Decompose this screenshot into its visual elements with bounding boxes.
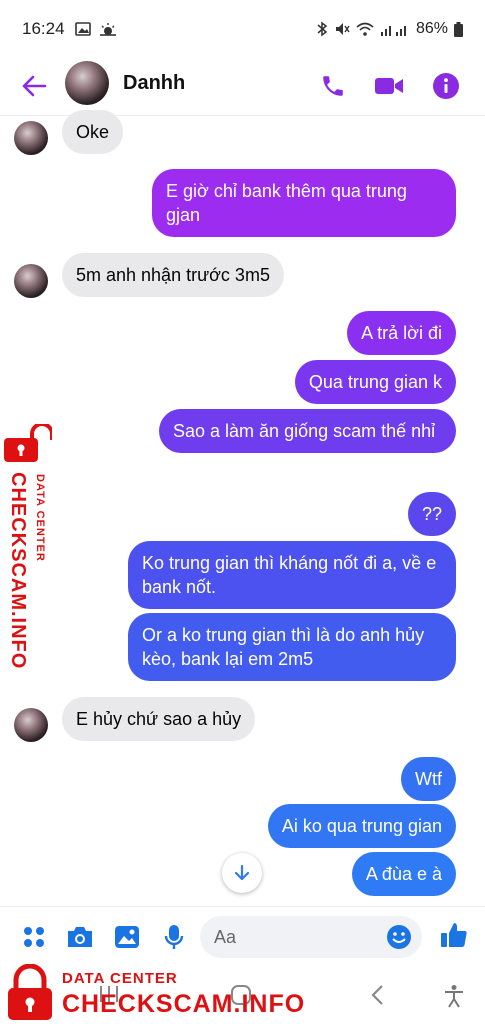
- sender-avatar: [14, 708, 48, 742]
- watermark-site: CHECKSCAM.INFO: [62, 990, 306, 1018]
- sender-avatar: [14, 264, 48, 298]
- message-outgoing[interactable]: A trả lời đi: [347, 311, 456, 355]
- message-outgoing[interactable]: ??: [407, 492, 456, 536]
- message-outgoing[interactable]: Ai ko qua trung gian: [267, 804, 456, 848]
- watermark-bottom: DATA CENTER CHECKSCAM.INFO: [4, 964, 304, 1024]
- info-icon: [433, 73, 459, 99]
- status-time: 16:24: [22, 19, 65, 38]
- message-outgoing[interactable]: Or a ko trung gian thì là do anh hủy kèo…: [128, 613, 456, 681]
- emoji-icon[interactable]: [386, 924, 412, 950]
- message-incoming[interactable]: E hủy chứ sao a hủy: [62, 697, 256, 741]
- video-camera-icon: [375, 78, 403, 94]
- gallery-icon: [115, 926, 139, 948]
- watermark-site: CHECKSCAM.INFO: [7, 472, 29, 670]
- lock-icon: [4, 424, 52, 462]
- message-outgoing[interactable]: Ko trung gian thì kháng nốt đi a, về e b…: [128, 541, 456, 609]
- contact-name[interactable]: Danhh: [123, 72, 185, 95]
- back-button[interactable]: [18, 70, 50, 102]
- signal-icon: [380, 26, 406, 36]
- watermark-data-center: DATA CENTER: [62, 970, 178, 987]
- video-call-button[interactable]: [372, 69, 406, 103]
- battery-percent: 86%: [415, 20, 448, 37]
- wifi-icon: [356, 22, 374, 36]
- apps-button[interactable]: [20, 923, 48, 951]
- message-outgoing[interactable]: Wtf: [401, 757, 456, 801]
- camera-button[interactable]: [66, 923, 94, 951]
- scroll-to-bottom-button[interactable]: [222, 853, 262, 893]
- image-icon: [74, 22, 91, 36]
- message-composer: Aa: [0, 906, 485, 966]
- back-arrow-icon: [22, 75, 47, 97]
- accessibility-icon[interactable]: [443, 984, 465, 1008]
- watermark-side: DATA CENTER CHECKSCAM.INFO: [2, 424, 54, 669]
- gallery-button[interactable]: [113, 923, 141, 951]
- lock-icon: [8, 964, 52, 1020]
- back-icon[interactable]: [370, 984, 386, 1006]
- like-icon: [441, 923, 467, 947]
- battery-icon: [454, 21, 463, 37]
- weather-icon: [99, 23, 116, 36]
- camera-icon: [68, 927, 92, 947]
- status-bar: 16:24 86%: [0, 0, 485, 58]
- message-input[interactable]: Aa: [200, 916, 422, 958]
- info-button[interactable]: [429, 69, 463, 103]
- watermark-data-center: DATA CENTER: [34, 474, 46, 562]
- contact-avatar[interactable]: [65, 61, 109, 105]
- message-outgoing[interactable]: E giờ chỉ bank thêm qua trung gjan: [152, 169, 456, 237]
- apps-grid-icon: [24, 927, 44, 947]
- message-outgoing[interactable]: A đùa e à: [351, 852, 456, 896]
- mute-icon: [335, 23, 350, 35]
- conversation-header: Danhh: [0, 58, 485, 116]
- phone-icon: [323, 76, 343, 96]
- message-incoming[interactable]: Oke: [62, 110, 124, 154]
- message-outgoing[interactable]: Qua trung gian k: [294, 360, 456, 404]
- call-button[interactable]: [316, 69, 350, 103]
- bluetooth-icon: [317, 21, 328, 37]
- message-incoming[interactable]: 5m anh nhận trước 3m5: [62, 253, 284, 297]
- arrow-down-icon: [234, 864, 250, 881]
- sender-avatar: [14, 121, 48, 155]
- message-input-placeholder: Aa: [214, 927, 237, 947]
- message-outgoing[interactable]: Sao a làm ăn giống scam thế nhỉ: [159, 409, 456, 453]
- voice-button[interactable]: [160, 923, 188, 951]
- microphone-icon: [164, 925, 184, 949]
- like-button[interactable]: [440, 921, 468, 949]
